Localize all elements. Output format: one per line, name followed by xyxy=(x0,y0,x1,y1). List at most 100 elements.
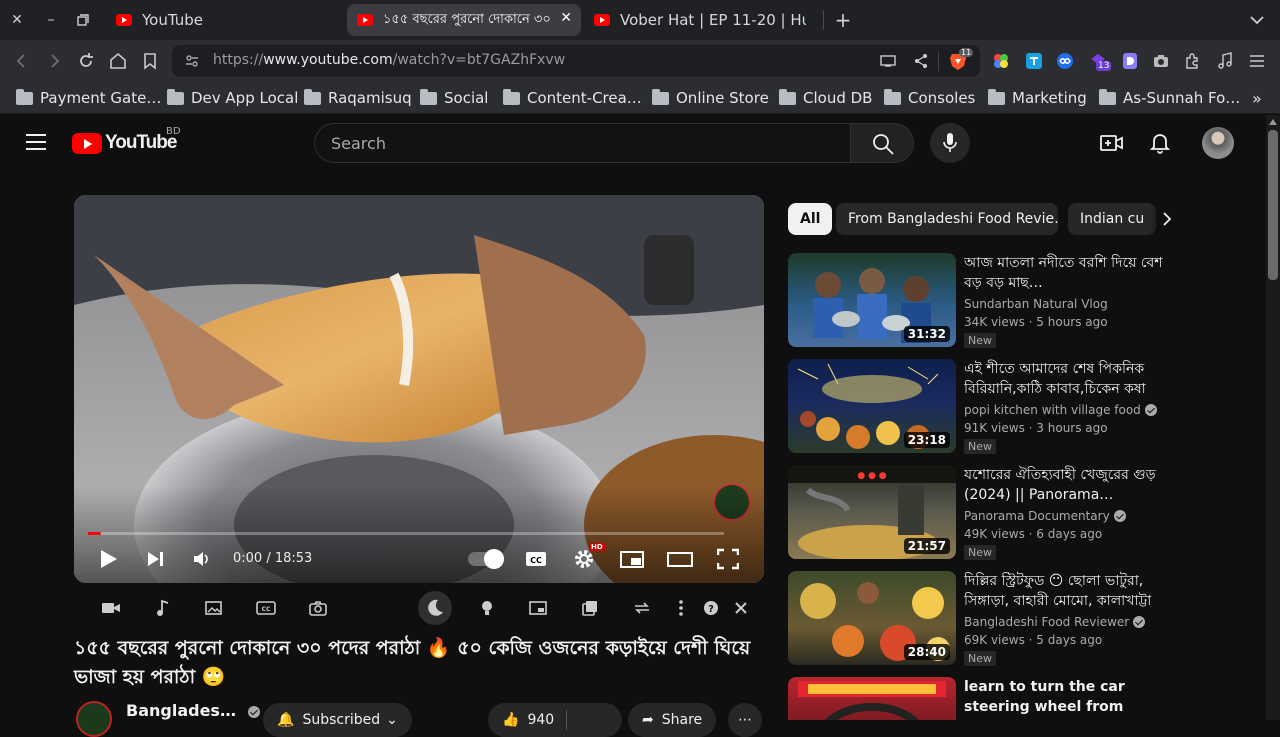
reload-icon[interactable] xyxy=(76,51,96,71)
video-thumbnail[interactable] xyxy=(788,677,956,720)
bookmark-folder[interactable]: Dev App Local xyxy=(167,86,298,110)
channel-avatar[interactable] xyxy=(76,701,112,737)
chip-from-channel[interactable]: From Bangladeshi Food Revie… xyxy=(836,203,1058,235)
home-icon[interactable] xyxy=(108,51,128,71)
site-settings-icon[interactable] xyxy=(184,53,200,69)
rec-channel-row[interactable]: Sundarban Natural Vlog xyxy=(964,297,1108,311)
bookmark-folder[interactable]: Cloud DB xyxy=(779,86,872,110)
close-toolbar-icon[interactable] xyxy=(731,598,751,618)
tab-youtube[interactable]: YouTube xyxy=(106,4,338,36)
create-video-icon[interactable] xyxy=(1100,132,1124,154)
voice-search-button[interactable] xyxy=(930,123,970,163)
browser-menu-icon[interactable] xyxy=(1247,51,1267,71)
bookmark-folder[interactable]: As-Sunnah Fo… xyxy=(1099,86,1240,110)
copy-stack-icon[interactable] xyxy=(580,598,600,618)
bookmarks-overflow-button[interactable]: » xyxy=(1252,86,1262,110)
help-icon[interactable]: ? xyxy=(701,598,721,618)
tab-current-video[interactable]: ১৫৫ বছরের পুরনো দোকানে ৩০ পদের পরাঠা ✕ xyxy=(347,4,581,36)
like-dislike-group[interactable]: 👍 940 xyxy=(488,703,622,737)
cast-icon[interactable] xyxy=(880,53,896,69)
video-player[interactable] xyxy=(74,195,764,583)
new-tab-icon[interactable]: + xyxy=(833,8,853,32)
video-camera-icon[interactable] xyxy=(101,598,121,618)
brave-shields-icon[interactable]: 11 xyxy=(948,48,974,71)
rec-title[interactable]: যশোরের ঐতিহ্যবাহী খেজুরের গুড় (2024) ||… xyxy=(964,465,1164,505)
subtitles-icon[interactable]: CC xyxy=(256,598,276,618)
translate-extension-icon[interactable] xyxy=(1024,51,1044,71)
bookmark-folder[interactable]: Raqamisuq xyxy=(304,86,412,110)
notifications-bell-icon[interactable] xyxy=(1150,132,1170,154)
avatar[interactable] xyxy=(1202,127,1234,159)
music-note-icon[interactable] xyxy=(153,598,173,618)
bookmark-folder[interactable]: Payment Gate… xyxy=(16,86,161,110)
loop-repeat-icon[interactable] xyxy=(632,598,652,618)
rec-title[interactable]: learn to turn the car steering wheel fro… xyxy=(964,677,1164,717)
chip-indian-cuisine[interactable]: Indian cu xyxy=(1068,203,1156,235)
scrollbar-thumb[interactable] xyxy=(1268,130,1278,280)
rec-title[interactable]: দিল্লির স্ট্রিটফুড 😶 ছোলা ভাটুরা, সিঙ্গা… xyxy=(964,571,1164,611)
bookmark-icon[interactable] xyxy=(140,51,160,71)
chips-next-button[interactable] xyxy=(1150,203,1184,235)
close-tab-icon[interactable]: ✕ xyxy=(560,10,572,26)
more-vertical-icon[interactable] xyxy=(671,598,691,618)
recommendation-item[interactable]: 28:40 দিল্লির স্ট্রিটফুড 😶 ছোলা ভাটুরা, … xyxy=(788,571,1168,667)
tab-list-chevron-icon[interactable] xyxy=(1247,10,1267,30)
video-thumbnail[interactable]: 28:40 xyxy=(788,571,956,665)
back-icon[interactable] xyxy=(12,51,32,71)
rec-title[interactable]: এই শীতে আমাদের শেষ পিকনিক বিরিয়ানি,কাঠি… xyxy=(964,359,1164,399)
video-thumbnail[interactable]: 31:32 xyxy=(788,253,956,347)
page-scrollbar[interactable] xyxy=(1266,115,1280,720)
dark-mode-moon-icon[interactable] xyxy=(425,598,445,618)
tab-vober-hat[interactable]: Vober Hat | EP 11-20 | Humayun Ahmed xyxy=(584,4,816,36)
recommendation-item[interactable]: 31:32 আজ মাতলা নদীতে বরশি দিয়ে বেশ বড় … xyxy=(788,253,1168,349)
minimize-window-icon[interactable]: – xyxy=(41,10,61,30)
video-thumbnail[interactable]: 23:18 xyxy=(788,359,956,453)
camera-extension-icon[interactable] xyxy=(1151,51,1171,71)
channel-name-row[interactable]: Banglades… xyxy=(126,701,260,720)
bookmark-folder[interactable]: Marketing xyxy=(988,86,1087,110)
mute-button[interactable] xyxy=(192,545,212,573)
share-icon[interactable] xyxy=(913,53,929,69)
recommendation-item[interactable]: 23:18 এই শীতে আমাদের শেষ পিকনিক বিরিয়ান… xyxy=(788,359,1168,455)
scroll-up-arrow-icon[interactable] xyxy=(1269,119,1277,125)
theater-mode-button[interactable] xyxy=(667,545,693,573)
rec-channel-row[interactable]: popi kitchen with village food xyxy=(964,403,1157,417)
picture-in-picture-icon[interactable] xyxy=(528,598,548,618)
media-music-icon[interactable] xyxy=(1215,51,1235,71)
lightbulb-icon[interactable] xyxy=(477,598,497,618)
bookmark-folder[interactable]: Social xyxy=(420,86,488,110)
settings-button[interactable]: HD xyxy=(573,543,605,573)
wallet-extension-icon[interactable]: 13 xyxy=(1088,51,1112,71)
share-button[interactable]: ➦ Share xyxy=(628,703,717,737)
recommendation-item[interactable]: learn to turn the car steering wheel fro… xyxy=(788,677,1168,720)
miniplayer-button[interactable] xyxy=(620,545,644,573)
recommendation-item[interactable]: ● ● ● 21:57 যশোরের ঐতিহ্যবাহী খেজুরের গু… xyxy=(788,465,1168,561)
play-button[interactable] xyxy=(99,545,119,573)
rec-channel-row[interactable]: Panorama Documentary xyxy=(964,509,1126,523)
d-extension-icon[interactable] xyxy=(1120,51,1140,71)
next-video-button[interactable] xyxy=(146,545,166,573)
video-thumbnail[interactable]: ● ● ● 21:57 xyxy=(788,465,956,559)
address-bar[interactable]: https://www.youtube.com/watch?v=bt7GAZhF… xyxy=(172,45,980,77)
subscribed-button[interactable]: 🔔 Subscribed ⌄ xyxy=(263,703,412,737)
search-button[interactable] xyxy=(850,123,914,163)
youtube-logo[interactable]: YouTube xyxy=(72,132,177,154)
bookmark-folder[interactable]: Consoles xyxy=(884,86,975,110)
images-icon[interactable] xyxy=(204,598,224,618)
extensions-puzzle-icon[interactable] xyxy=(1183,51,1203,71)
close-window-icon[interactable]: ✕ xyxy=(7,10,27,30)
autoplay-toggle[interactable] xyxy=(468,549,504,578)
chip-all[interactable]: All xyxy=(788,203,833,235)
color-extension-icon[interactable] xyxy=(991,51,1011,71)
forward-icon[interactable] xyxy=(44,51,64,71)
fullscreen-button[interactable] xyxy=(717,545,739,573)
bookmark-folder[interactable]: Online Store xyxy=(652,86,769,110)
infinity-extension-icon[interactable] xyxy=(1055,51,1075,71)
screenshot-camera-icon[interactable] xyxy=(308,598,328,618)
rec-title[interactable]: আজ মাতলা নদীতে বরশি দিয়ে বেশ বড় বড় মা… xyxy=(964,253,1164,293)
restore-window-icon[interactable] xyxy=(73,10,93,30)
guide-menu-icon[interactable] xyxy=(26,133,46,151)
rec-channel-row[interactable]: Bangladeshi Food Reviewer xyxy=(964,615,1146,629)
more-actions-button[interactable]: ⋯ xyxy=(728,703,762,737)
captions-button[interactable]: CC xyxy=(525,545,547,573)
